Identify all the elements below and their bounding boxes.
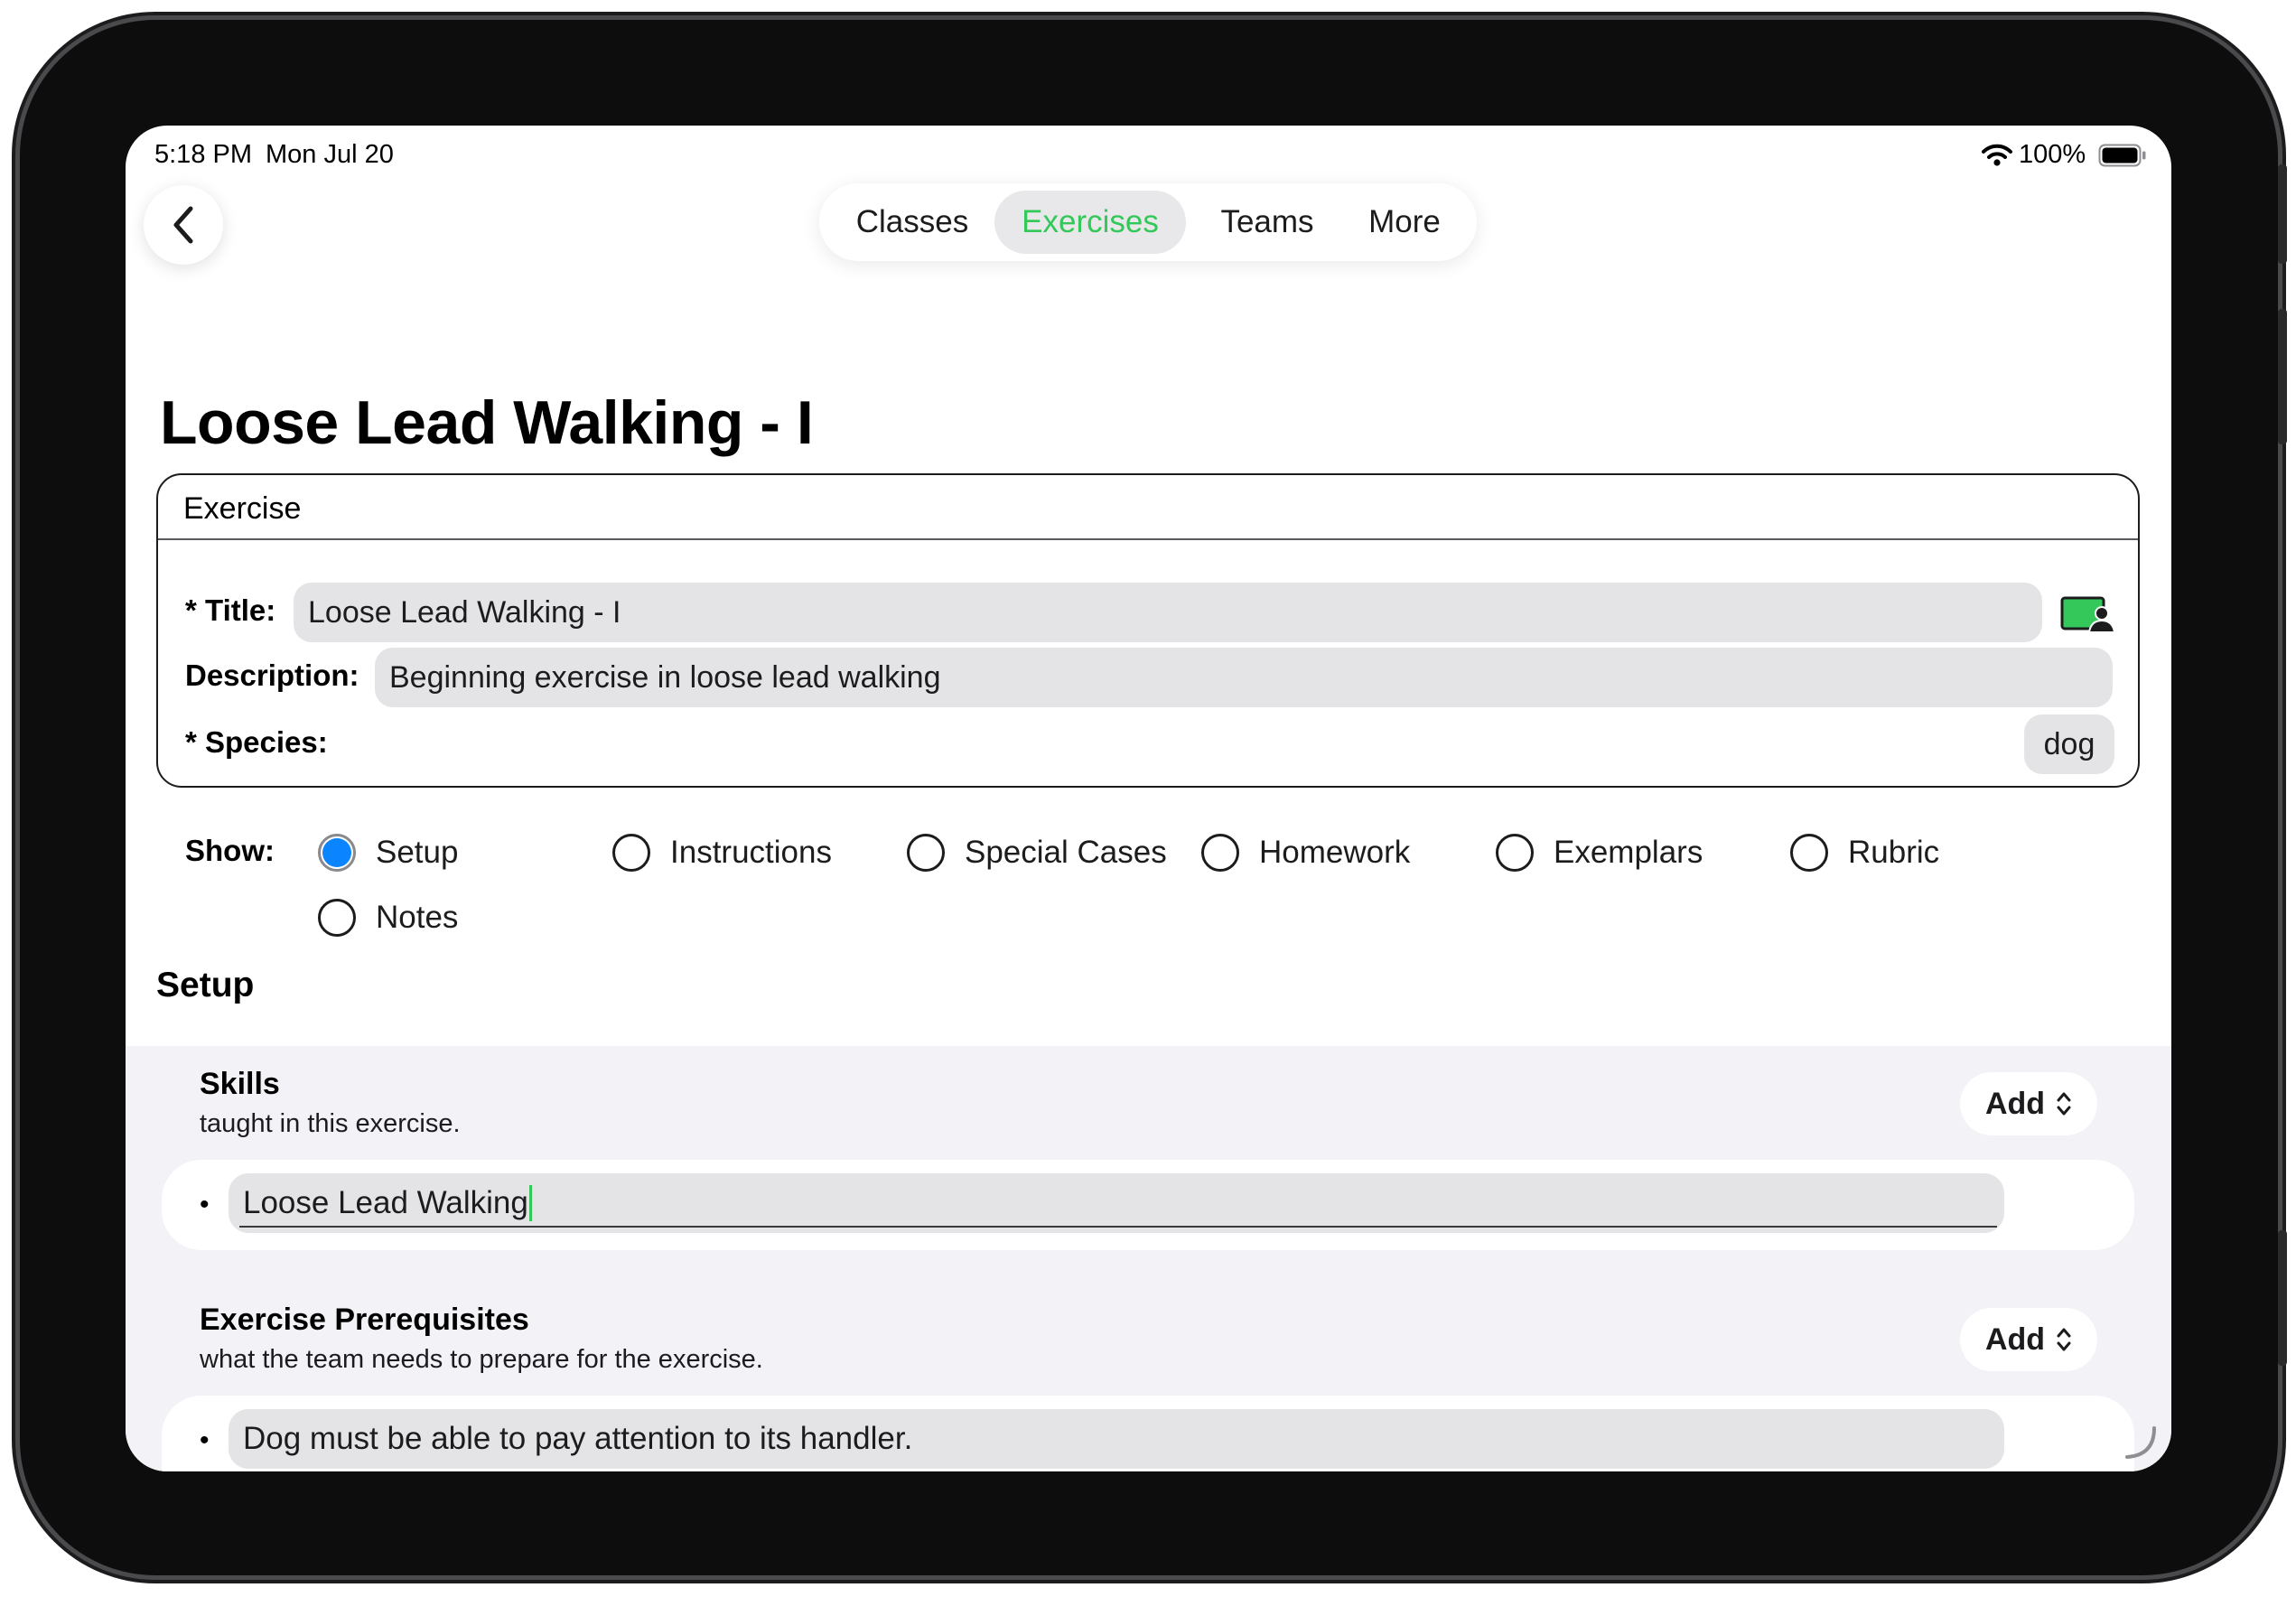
resize-handle-icon xyxy=(2122,1424,2158,1465)
radio-setup[interactable]: Setup xyxy=(318,834,458,872)
chevron-up-down-icon xyxy=(2057,1328,2071,1351)
setup-section-title: Setup xyxy=(156,966,255,1004)
radio-label: Homework xyxy=(1259,835,1411,870)
prerequisites-subtitle: what the team needs to prepare for the e… xyxy=(200,1345,763,1374)
radio-notes[interactable]: Notes xyxy=(318,899,458,937)
radio-label: Instructions xyxy=(670,835,832,870)
radio-label: Rubric xyxy=(1848,835,1940,870)
radio-label: Special Cases xyxy=(965,835,1167,870)
radio-indicator xyxy=(612,834,650,872)
tab-teams[interactable]: Teams xyxy=(1190,191,1345,254)
screen: 5:18 PM Mon Jul 20 100% Classes Exercise… xyxy=(126,126,2171,1471)
species-selector[interactable]: dog xyxy=(2024,714,2114,774)
photo-person-icon[interactable] xyxy=(2060,595,2116,638)
tab-more[interactable]: More xyxy=(1347,191,1462,254)
skills-subtitle: taught in this exercise. xyxy=(200,1109,461,1138)
radio-exemplars[interactable]: Exemplars xyxy=(1496,834,1703,872)
radio-selected-indicator xyxy=(318,834,356,872)
radio-label: Exemplars xyxy=(1554,835,1703,870)
radio-instructions[interactable]: Instructions xyxy=(612,834,832,872)
prerequisite-item-field[interactable]: Dog must be able to pay attention to its… xyxy=(229,1409,2004,1469)
side-button xyxy=(2278,1230,2287,1366)
tab-classes[interactable]: Classes xyxy=(835,191,989,254)
skills-title: Skills xyxy=(200,1067,280,1101)
volume-button xyxy=(2278,309,2287,444)
add-prerequisite-button[interactable]: Add xyxy=(1960,1308,2097,1371)
card-divider xyxy=(158,538,2138,540)
exercise-card-header: Exercise xyxy=(183,491,302,526)
top-tab-bar: Classes Exercises Teams More xyxy=(819,183,1477,261)
status-date: Mon Jul 20 xyxy=(266,140,394,169)
radio-indicator xyxy=(318,899,356,937)
radio-indicator xyxy=(1790,834,1828,872)
field-underline xyxy=(239,1226,1997,1228)
battery-percent: 100% xyxy=(2019,140,2086,169)
battery-icon xyxy=(2098,144,2147,167)
species-label: * Species: xyxy=(185,725,328,759)
title-label: * Title: xyxy=(185,593,276,627)
tab-exercises[interactable]: Exercises xyxy=(994,191,1186,254)
wifi-icon xyxy=(1982,144,2012,167)
add-skill-button[interactable]: Add xyxy=(1960,1072,2097,1135)
list-bullet: • xyxy=(200,1190,210,1219)
radio-indicator xyxy=(1496,834,1534,872)
radio-rubric[interactable]: Rubric xyxy=(1790,834,1939,872)
radio-special-cases[interactable]: Special Cases xyxy=(907,834,1167,872)
add-label: Add xyxy=(1984,1086,2046,1121)
radio-homework[interactable]: Homework xyxy=(1201,834,1410,872)
description-field[interactable]: Beginning exercise in loose lead walking xyxy=(375,648,2113,707)
skill-item-text: Loose Lead Walking xyxy=(243,1185,528,1220)
radio-label: Setup xyxy=(376,835,459,870)
title-field[interactable]: Loose Lead Walking - I xyxy=(294,583,2042,642)
skill-item-field[interactable]: Loose Lead Walking xyxy=(229,1173,2004,1233)
top-button xyxy=(2278,164,2287,264)
radio-label: Notes xyxy=(376,900,459,935)
page-title: Loose Lead Walking - I xyxy=(160,388,814,457)
add-label: Add xyxy=(1984,1321,2046,1357)
list-bullet: • xyxy=(200,1425,210,1455)
chevron-left-icon xyxy=(173,206,193,244)
radio-indicator xyxy=(1201,834,1239,872)
radio-indicator xyxy=(907,834,945,872)
chevron-up-down-icon xyxy=(2057,1092,2071,1116)
text-cursor xyxy=(528,1185,532,1221)
back-button[interactable] xyxy=(144,185,223,265)
description-label: Description: xyxy=(185,658,359,692)
prerequisites-title: Exercise Prerequisites xyxy=(200,1303,529,1337)
show-label: Show: xyxy=(185,834,275,867)
status-time: 5:18 PM xyxy=(154,140,252,169)
